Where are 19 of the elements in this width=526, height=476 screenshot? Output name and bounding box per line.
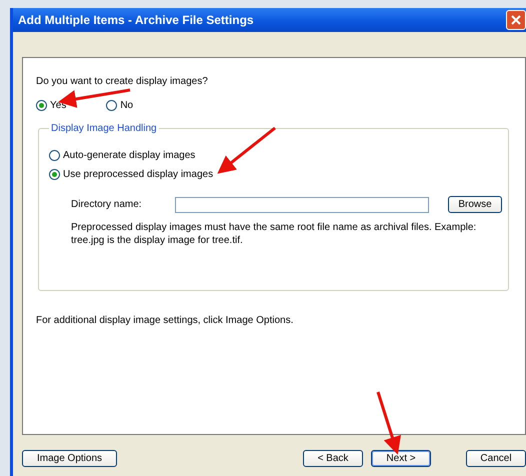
window-title: Add Multiple Items - Archive File Settings bbox=[18, 13, 254, 27]
group-title: Display Image Handling bbox=[50, 123, 158, 134]
radio-option[interactable]: No bbox=[106, 100, 134, 111]
cancel-button[interactable]: Cancel bbox=[466, 450, 526, 467]
directory-input-field[interactable] bbox=[175, 196, 429, 212]
next-button[interactable]: Next > bbox=[371, 450, 431, 467]
question-text: Do you want to create display images? bbox=[36, 76, 209, 87]
annotation-arrow bbox=[376, 392, 401, 455]
annotation-arrow bbox=[217, 126, 276, 174]
radio-option[interactable]: Use preprocessed display images bbox=[49, 169, 214, 180]
browse-button[interactable]: Browse bbox=[448, 196, 502, 213]
image-options-button[interactable]: Image Options bbox=[22, 450, 117, 467]
directory-label: Directory name: bbox=[71, 199, 143, 210]
close-button[interactable] bbox=[506, 10, 526, 30]
note-text: Preprocessed display images must have the same root file name as archival files. Example: tree.jpg is the display image for tree.tif. bbox=[71, 221, 478, 247]
radio-option[interactable]: Auto-generate display images bbox=[49, 150, 196, 161]
back-button[interactable]: < Back bbox=[303, 450, 363, 467]
close-icon bbox=[511, 15, 521, 25]
footer-text: For additional display image settings, click Image Options. bbox=[36, 315, 294, 326]
